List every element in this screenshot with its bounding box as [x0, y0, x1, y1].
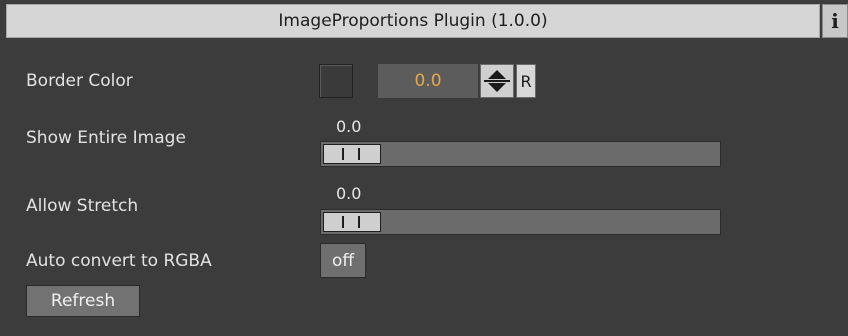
info-icon: i	[831, 9, 839, 33]
border-color-value-field[interactable]: 0.0	[378, 64, 478, 98]
panel-title: ImageProportions Plugin (1.0.0)	[6, 4, 820, 38]
slider-grip	[342, 148, 344, 160]
plugin-panel: ImageProportions Plugin (1.0.0) i Border…	[0, 0, 848, 336]
spinner-up-icon[interactable]	[488, 70, 506, 79]
info-button[interactable]: i	[822, 4, 848, 38]
border-color-spinner[interactable]	[480, 64, 514, 98]
allow-stretch-slider-thumb[interactable]	[323, 212, 381, 232]
show-entire-image-slider-thumb[interactable]	[323, 144, 381, 164]
slider-grip	[358, 148, 360, 160]
spinner-divider	[484, 80, 510, 82]
border-color-value: 0.0	[414, 71, 442, 91]
spinner-down-icon[interactable]	[488, 83, 506, 92]
refresh-button-label: Refresh	[50, 291, 116, 311]
auto-convert-toggle[interactable]: off	[320, 243, 366, 278]
slider-grip	[342, 216, 344, 228]
border-color-reset-button[interactable]: R	[516, 64, 536, 98]
slider-grip	[358, 216, 360, 228]
reset-button-label: R	[520, 71, 532, 91]
auto-convert-toggle-label: off	[331, 250, 355, 271]
allow-stretch-value: 0.0	[336, 184, 362, 203]
auto-convert-label: Auto convert to RGBA	[26, 251, 212, 271]
show-entire-image-slider[interactable]	[320, 141, 721, 167]
border-color-swatch[interactable]	[319, 64, 353, 98]
allow-stretch-slider[interactable]	[320, 209, 721, 235]
refresh-button[interactable]: Refresh	[26, 285, 140, 317]
show-entire-image-value: 0.0	[336, 117, 362, 136]
panel-title-text: ImageProportions Plugin (1.0.0)	[278, 11, 548, 31]
show-entire-image-label: Show Entire Image	[26, 128, 186, 148]
allow-stretch-label: Allow Stretch	[26, 196, 139, 216]
border-color-label: Border Color	[26, 71, 133, 91]
